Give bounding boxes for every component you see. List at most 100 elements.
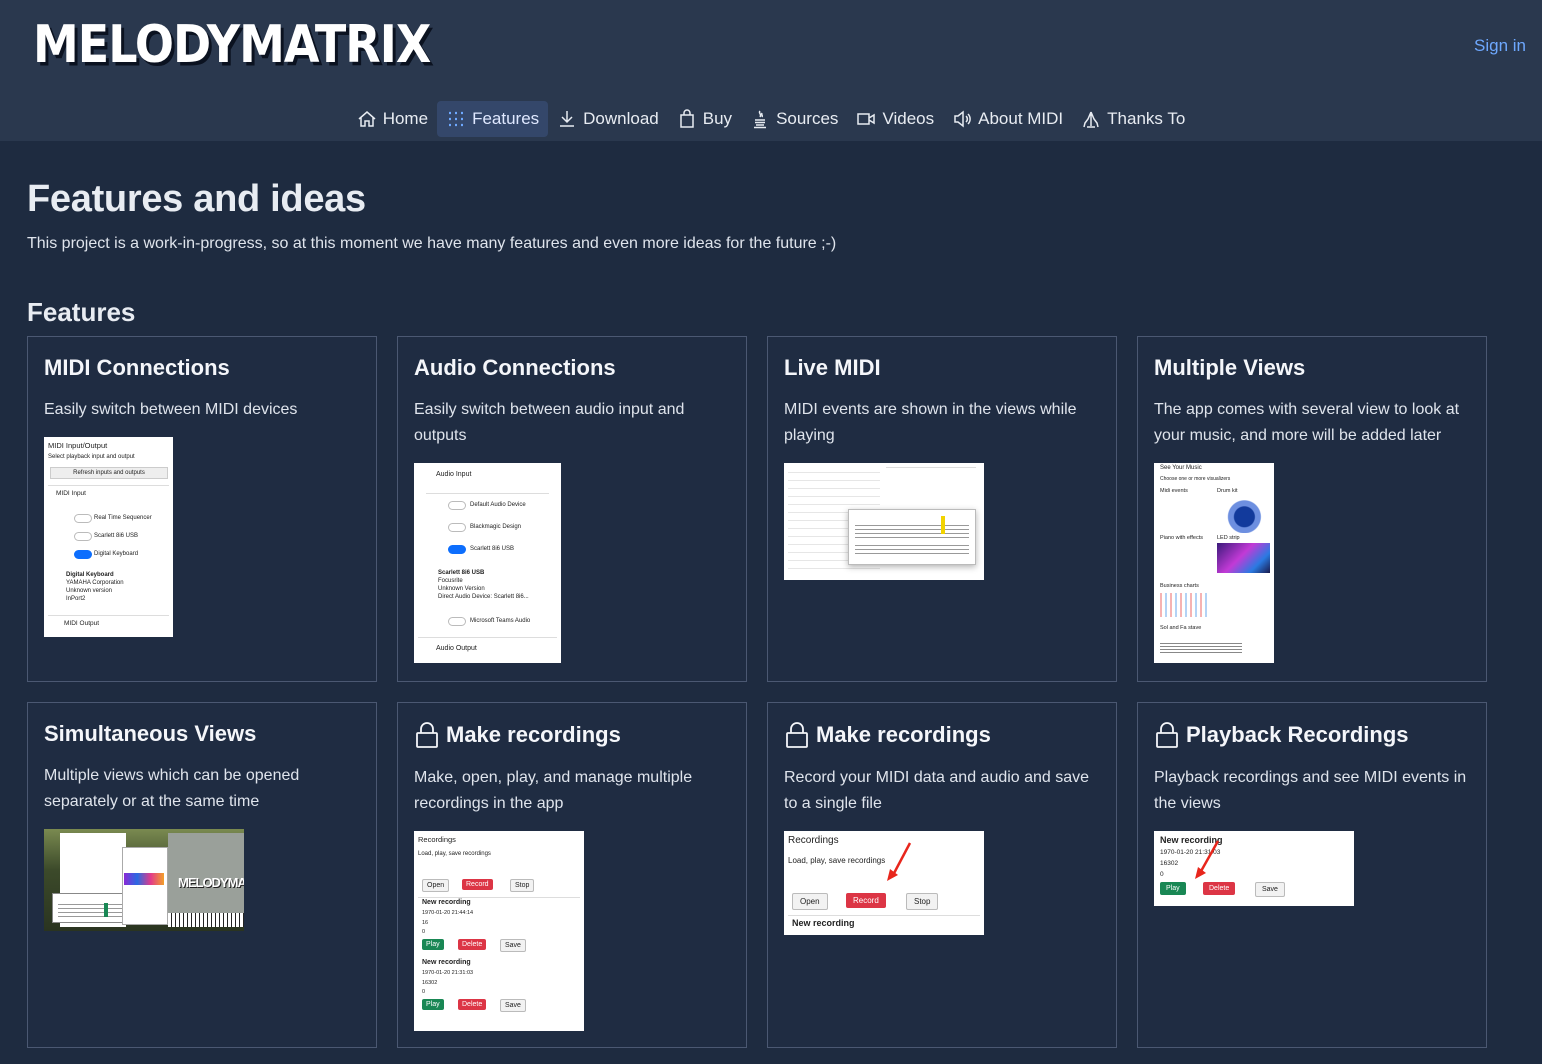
card-title: Playback Recordings <box>1186 722 1409 747</box>
nav-item-label: Videos <box>882 109 935 128</box>
home-icon <box>358 111 376 127</box>
thumb-text: Recordings <box>418 835 456 844</box>
nav-item-label: Download <box>583 109 659 128</box>
thumb-text: MIDI Output <box>64 620 100 627</box>
main-content: Features and ideas This project is a wor… <box>0 178 1542 328</box>
nav-item-buy[interactable]: Buy <box>668 101 741 137</box>
thumb-text: Digital Keyboard <box>94 551 139 557</box>
thumb-text: Play <box>422 999 444 1010</box>
feature-grid: MIDI Connections Easily switch between M… <box>27 336 1487 1048</box>
nav-item-label: Features <box>472 109 540 128</box>
thumb-text: Midi events <box>1160 488 1188 494</box>
card-screenshot: MIDI Input/Output Select playback input … <box>44 437 173 637</box>
card-title: Simultaneous Views <box>44 721 257 746</box>
thumb-text: Scarlett 8i6 USB <box>94 533 139 539</box>
thumb-text: 16302 <box>422 980 438 986</box>
nav-item-download[interactable]: Download <box>548 101 668 137</box>
thumb-text: Select playback input and output <box>48 454 135 460</box>
card-text: Multiple views which can be opened separ… <box>44 767 300 810</box>
thumb-text: Record <box>846 893 886 908</box>
feature-card-playback-recordings: Playback Recordings Playback recordings … <box>1137 702 1487 1048</box>
card-title: Multiple Views <box>1154 355 1306 380</box>
hands-icon <box>1083 111 1099 128</box>
card-text: Easily switch between audio input and ou… <box>414 401 685 444</box>
thumb-text: Open <box>792 893 828 910</box>
thumb-text: Audio Input <box>436 471 472 478</box>
camera-icon <box>857 113 876 125</box>
nav-item-thanks-to[interactable]: Thanks To <box>1072 101 1194 137</box>
thumb-text: Scarlett 8i6 USB <box>470 546 515 552</box>
thumb-text: Business charts <box>1160 583 1199 589</box>
feature-card-make-recordings-2: Make recordings Record your MIDI data an… <box>767 702 1117 1048</box>
thumb-text: Save <box>500 999 526 1012</box>
thumb-text: Drum kit <box>1217 488 1238 494</box>
thumb-text: MIDI Input <box>56 490 86 497</box>
thumb-text: New recording <box>422 899 471 906</box>
card-screenshot: See Your Music Choose one or more visual… <box>1154 463 1274 663</box>
thumb-text: 1970-01-20 21:44:14 <box>422 910 474 916</box>
thumb-text: Microsoft Teams Audio <box>470 618 531 624</box>
thumb-text: Load, play, save recordings <box>418 851 491 857</box>
thumb-text: 0 <box>1160 871 1164 878</box>
nav-item-features[interactable]: Features <box>437 101 549 137</box>
speaker-icon <box>954 110 971 128</box>
thumb-text: Sol and Fa stave <box>1160 625 1202 631</box>
thumb-text: Refresh inputs and outputs <box>50 467 168 479</box>
sign-in-link[interactable]: Sign in <box>1474 36 1526 56</box>
card-title: Live MIDI <box>784 355 881 380</box>
thumb-text: Focusrite <box>438 578 463 584</box>
thumb-text: LED strip <box>1217 535 1240 541</box>
thumb-text: MELODYMATR <box>178 875 244 890</box>
brand-logo[interactable]: MELODYMATRIX <box>33 14 431 74</box>
thumb-text: MIDI Input/Output <box>48 441 108 450</box>
card-screenshot: New recording 1970-01-20 21:31:03 16302 … <box>1154 831 1354 906</box>
thumb-text: Direct Audio Device: Scarlett 8i6... <box>438 594 529 600</box>
card-text: Playback recordings and see MIDI events … <box>1154 769 1467 812</box>
thumb-text: Play <box>1160 882 1186 895</box>
thumb-text: YAMAHA Corporation <box>66 580 124 586</box>
thumb-text: Delete <box>458 999 487 1010</box>
thumb-text: Open <box>422 879 450 892</box>
card-text: Make, open, play, and manage multiple re… <box>414 769 693 812</box>
card-text: Record your MIDI data and audio and save… <box>784 769 1090 812</box>
card-title: Audio Connections <box>414 355 616 380</box>
card-text: MIDI events are shown in the views while… <box>784 401 1077 444</box>
card-title: Make recordings <box>816 722 991 747</box>
thumb-text: Save <box>1255 882 1285 897</box>
thumb-text: Digital Keyboard <box>66 572 114 578</box>
thumb-text: Scarlett 8i6 USB <box>438 570 485 576</box>
feature-card-make-recordings-1: Make recordings Make, open, play, and ma… <box>397 702 747 1048</box>
thumb-text: 16302 <box>1160 860 1179 867</box>
red-arrow-icon <box>1195 840 1220 879</box>
page-intro: This project is a work-in-progress, so a… <box>27 235 837 252</box>
card-screenshot: Recordings Load, play, save recordings O… <box>414 831 584 1031</box>
card-screenshot: Recordings Load, play, save recordings O… <box>784 831 984 935</box>
lock-icon <box>786 722 808 748</box>
nav-item-label: Sources <box>776 109 839 128</box>
lock-icon <box>416 722 438 748</box>
main-nav: Home Features Download Buy Sources Video… <box>0 101 1542 137</box>
feature-card-simultaneous-views: Simultaneous Views Multiple views which … <box>27 702 377 1048</box>
thumb-text: Play <box>422 939 444 950</box>
card-title: Make recordings <box>446 722 621 747</box>
thumb-text: InPort2 <box>66 596 86 602</box>
nav-item-videos[interactable]: Videos <box>847 101 943 137</box>
nav-item-label: About MIDI <box>978 109 1064 128</box>
thumb-text: Unknown version <box>66 588 113 594</box>
thumb-text: Unknown Version <box>438 586 485 592</box>
thumb-text: Stop <box>906 893 939 910</box>
thumb-text: Audio Output <box>436 645 477 652</box>
lock-icon <box>1156 722 1178 748</box>
download-icon <box>560 111 575 127</box>
nav-item-label: Home <box>382 109 429 128</box>
thumb-text: 0 <box>422 929 426 935</box>
thumb-text: 16 <box>422 920 429 926</box>
nav-item-label: Thanks To <box>1107 109 1186 128</box>
nav-item-sources[interactable]: Sources <box>741 101 847 137</box>
card-screenshot: MELODYMATR <box>44 829 244 931</box>
nav-item-home[interactable]: Home <box>348 101 437 137</box>
section-title-features: Features <box>27 297 136 327</box>
card-text: The app comes with several view to look … <box>1154 401 1460 444</box>
nav-item-about-midi[interactable]: About MIDI <box>943 101 1072 137</box>
bag-icon <box>680 109 694 128</box>
